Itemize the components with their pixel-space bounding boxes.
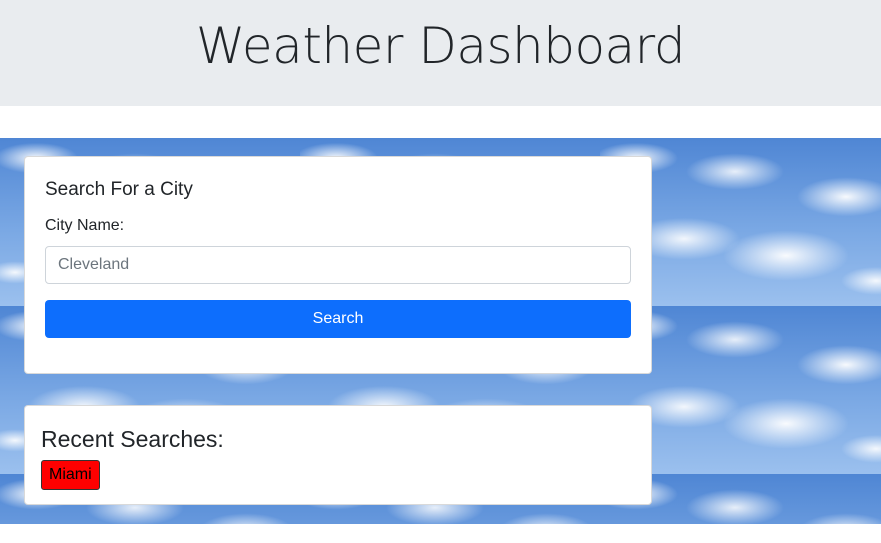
recent-search-item[interactable]: Miami <box>41 460 100 490</box>
recent-searches-card: Recent Searches: Miami <box>24 405 652 505</box>
recent-searches-heading: Recent Searches: <box>41 426 224 452</box>
search-button[interactable]: Search <box>45 300 631 338</box>
search-card: Search For a City City Name: Search <box>24 156 652 374</box>
page-title: Weather Dashboard <box>195 17 686 75</box>
header: Weather Dashboard <box>0 0 881 106</box>
search-card-heading: Search For a City <box>45 179 193 200</box>
city-name-label: City Name: <box>45 217 125 234</box>
city-name-input[interactable] <box>45 246 631 284</box>
